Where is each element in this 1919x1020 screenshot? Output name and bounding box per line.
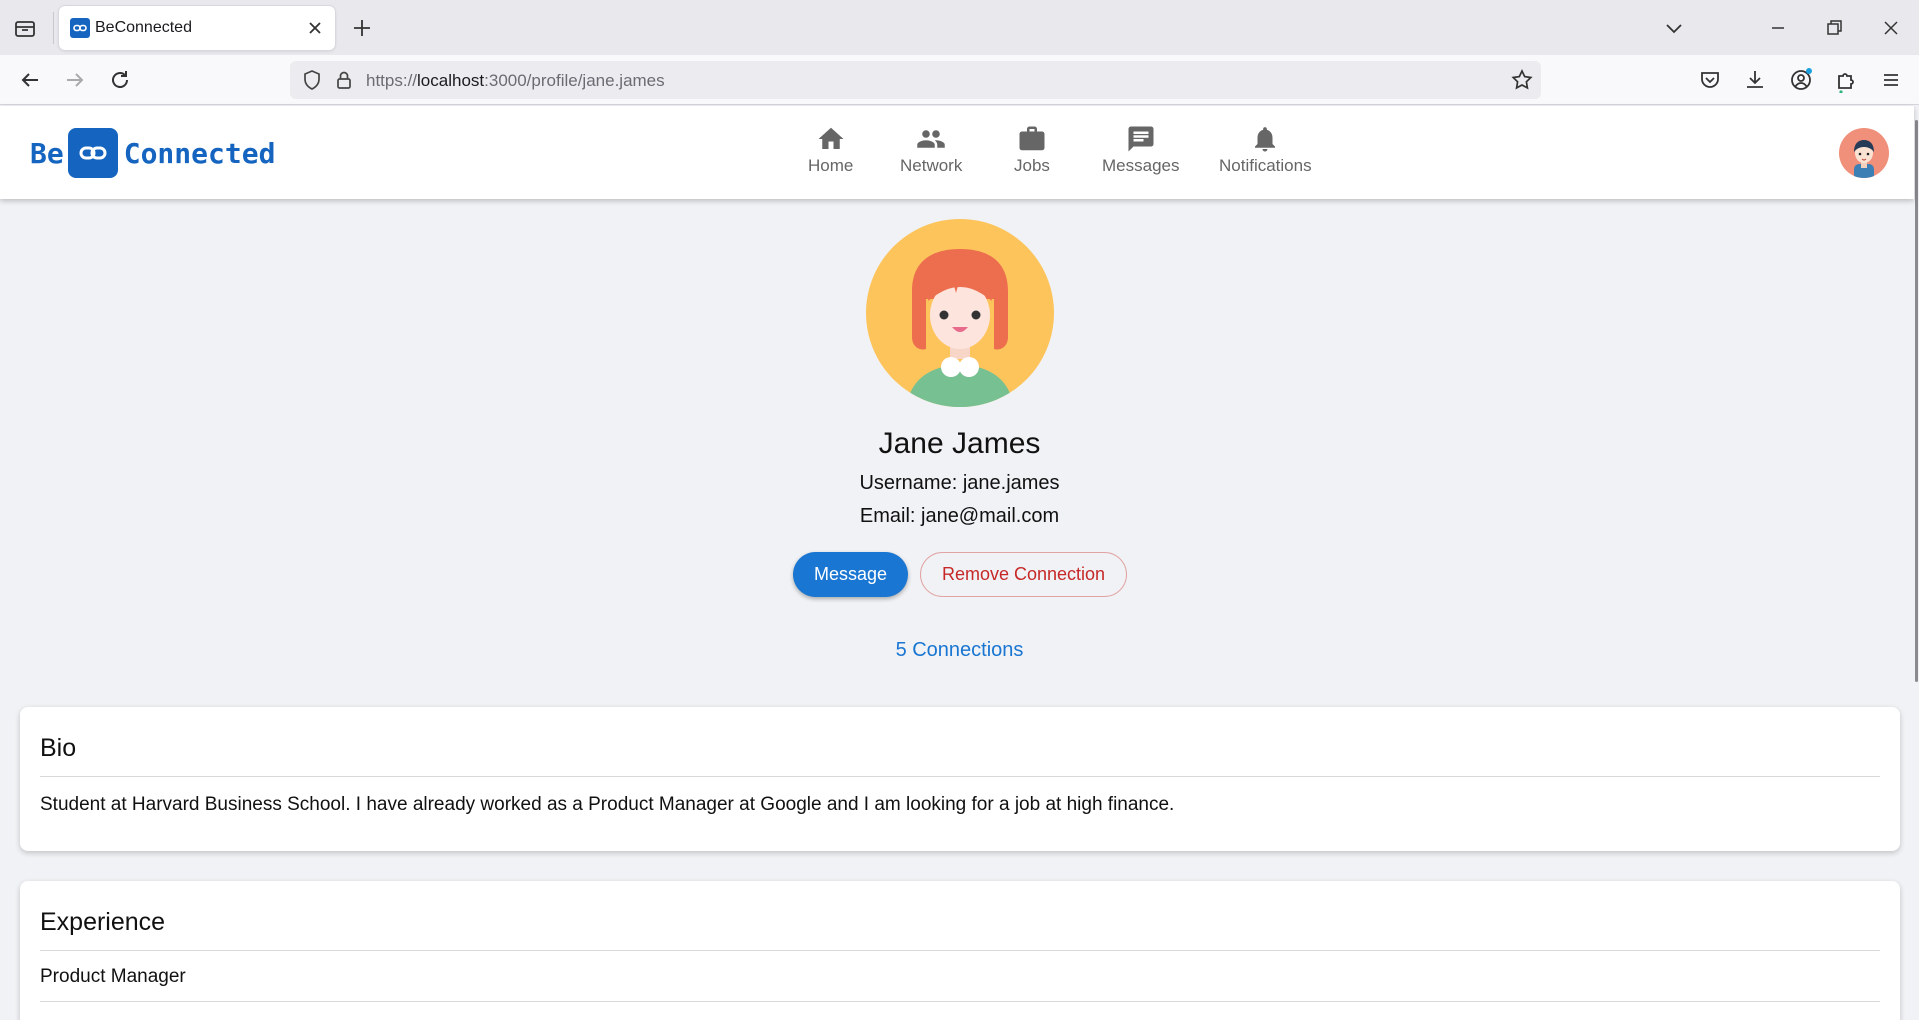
experience-item: Product Manager [40,966,186,987]
user-avatar[interactable] [1839,128,1889,178]
app-header: Be Connected Home Network Jobs Messages … [0,106,1914,199]
back-arrow-icon[interactable] [17,67,43,93]
nav-jobs-label: Jobs [1014,156,1050,175]
bookmark-star-icon[interactable] [1510,68,1534,97]
profile-username: Username: jane.james [859,472,1060,494]
bell-icon [1255,127,1276,152]
briefcase-icon [1019,126,1045,151]
logo-text-left: Be [30,136,64,170]
people-icon [917,130,945,148]
restore-icon[interactable] [1820,14,1848,42]
connections-link[interactable]: 5 Connections [0,639,1919,662]
app-logo[interactable]: Be Connected [30,128,275,178]
nav-network-label: Network [900,156,963,175]
pocket-icon[interactable] [1697,67,1723,93]
address-bar[interactable]: https://localhost:3000/profile/jane.jame… [290,61,1541,99]
reload-icon[interactable] [107,67,133,93]
bio-card: Bio Student at Harvard Business School. … [20,707,1900,851]
experience-card: Experience Product Manager [20,881,1900,1020]
experience-title: Experience [40,908,166,936]
nav-jobs[interactable]: Jobs [1014,124,1050,176]
shield-icon[interactable] [300,68,324,97]
minimize-icon[interactable] [1764,14,1792,42]
menu-icon[interactable] [1878,67,1904,93]
page-scrollbar-thumb[interactable] [1915,120,1918,682]
download-icon[interactable] [1742,67,1768,93]
bio-text: Student at Harvard Business School. I ha… [40,794,1175,815]
experience-divider [40,950,1880,951]
link-icon [67,128,118,178]
nav-messages-label: Messages [1102,156,1180,175]
home-icon [818,127,844,149]
experience-item-divider [40,1001,1880,1002]
profile-name: Jane James [878,427,1041,460]
bio-title: Bio [40,734,77,762]
favicon-icon [70,18,90,38]
nav-messages[interactable]: Messages [1102,124,1179,176]
nav-notifications-label: Notifications [1219,156,1312,175]
extensions-icon[interactable] [1833,67,1859,94]
browser-tab-bar: BeConnected [0,0,1919,55]
forward-arrow-icon[interactable] [62,67,88,93]
browser-navigation-bar: https://localhost:3000/profile/jane.jame… [0,55,1919,105]
lock-icon[interactable] [332,68,356,97]
bio-divider [40,776,1880,777]
remove-connection-button[interactable]: Remove Connection [920,552,1127,597]
tab-separator [53,12,54,44]
nav-home[interactable]: Home [808,124,853,176]
nav-network[interactable]: Network [900,124,962,176]
tab-title: BeConnected [95,19,192,36]
nav-home-label: Home [808,156,854,175]
chevron-down-icon[interactable] [1660,14,1688,42]
profile-avatar [866,219,1054,407]
profile-email: Email: jane@mail.com [859,505,1060,527]
logo-text-right: Connected [123,136,276,170]
message-icon [1128,126,1154,152]
new-tab-icon[interactable] [350,16,374,40]
close-tab-icon[interactable] [305,18,325,38]
nav-notifications[interactable]: Notifications [1219,124,1312,176]
browser-tab[interactable]: BeConnected [59,6,335,50]
message-button[interactable]: Message [793,552,908,597]
tab-list-icon[interactable] [12,16,38,40]
account-icon[interactable] [1788,67,1814,93]
close-window-icon[interactable] [1877,14,1905,42]
url-text: https://localhost:3000/profile/jane.jame… [366,71,665,90]
